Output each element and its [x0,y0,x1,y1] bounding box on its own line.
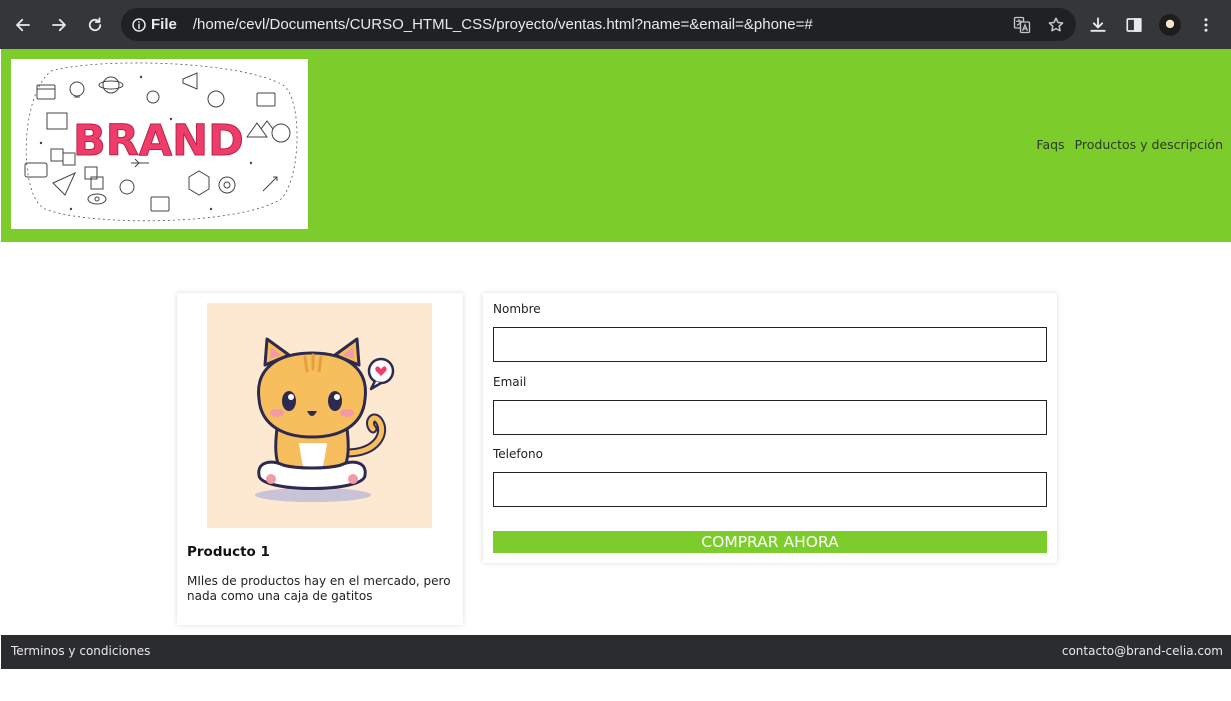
side-panel-icon [1126,18,1142,32]
scheme-label: File [151,16,177,33]
browser-toolbar: File /home/cevl/Documents/CURSO_HTML_CSS… [0,0,1231,49]
product-title: Producto 1 [187,544,270,560]
menu-button[interactable] [1194,13,1218,37]
logo-text: BRAND [73,116,244,166]
more-vert-icon [1204,18,1208,32]
main-nav: Faqs Productos y descripción [1036,137,1223,152]
side-panel-button[interactable] [1122,13,1146,37]
site-footer: Terminos y condiciones contacto@brand-ce… [1,635,1231,669]
name-label: Nombre [493,302,541,316]
translate-icon [1013,16,1031,33]
reload-button[interactable] [77,7,113,43]
page: BRAND Faqs Productos y descripción Produ… [1,49,1231,701]
product-card: Producto 1 MIles de productos hay en el … [177,293,463,625]
site-info-button[interactable]: File [131,16,177,33]
site-header: BRAND Faqs Productos y descripción [1,49,1231,242]
download-icon [1090,17,1106,32]
product-image [207,303,432,528]
name-field[interactable] [493,327,1047,362]
arrow-right-icon [52,18,66,31]
phone-label: Telefono [493,447,543,461]
arrow-left-icon [16,18,30,31]
downloads-button[interactable] [1086,13,1110,37]
terms-link[interactable]: Terminos y condiciones [11,644,150,658]
url-text[interactable]: /home/cevl/Documents/CURSO_HTML_CSS/proy… [193,16,813,33]
brand-logo-illustration: BRAND [24,62,298,222]
reload-icon [88,16,102,31]
purchase-form: Nombre Email Telefono COMPRAR AHORA [483,293,1057,563]
cat-illustration [255,337,395,502]
bookmark-button[interactable] [1046,15,1066,35]
translate-button[interactable] [1012,15,1032,35]
info-icon [132,17,146,32]
profile-button[interactable] [1158,13,1182,37]
buy-now-button[interactable]: COMPRAR AHORA [493,531,1047,553]
email-field[interactable] [493,400,1047,435]
nav-link-productos[interactable]: Productos y descripción [1075,137,1223,152]
forward-button[interactable] [41,7,77,43]
brand-logo[interactable]: BRAND [11,59,308,229]
product-description: MIles de productos hay en el mercado, pe… [187,574,451,603]
star-icon [1048,17,1064,32]
phone-field[interactable] [493,472,1047,507]
avatar [1159,14,1181,36]
email-label: Email [493,375,527,389]
address-bar[interactable]: File /home/cevl/Documents/CURSO_HTML_CSS… [121,8,1076,41]
nav-link-faqs[interactable]: Faqs [1036,137,1064,152]
contact-email[interactable]: contacto@brand-celia.com [1062,644,1223,658]
back-button[interactable] [5,7,41,43]
